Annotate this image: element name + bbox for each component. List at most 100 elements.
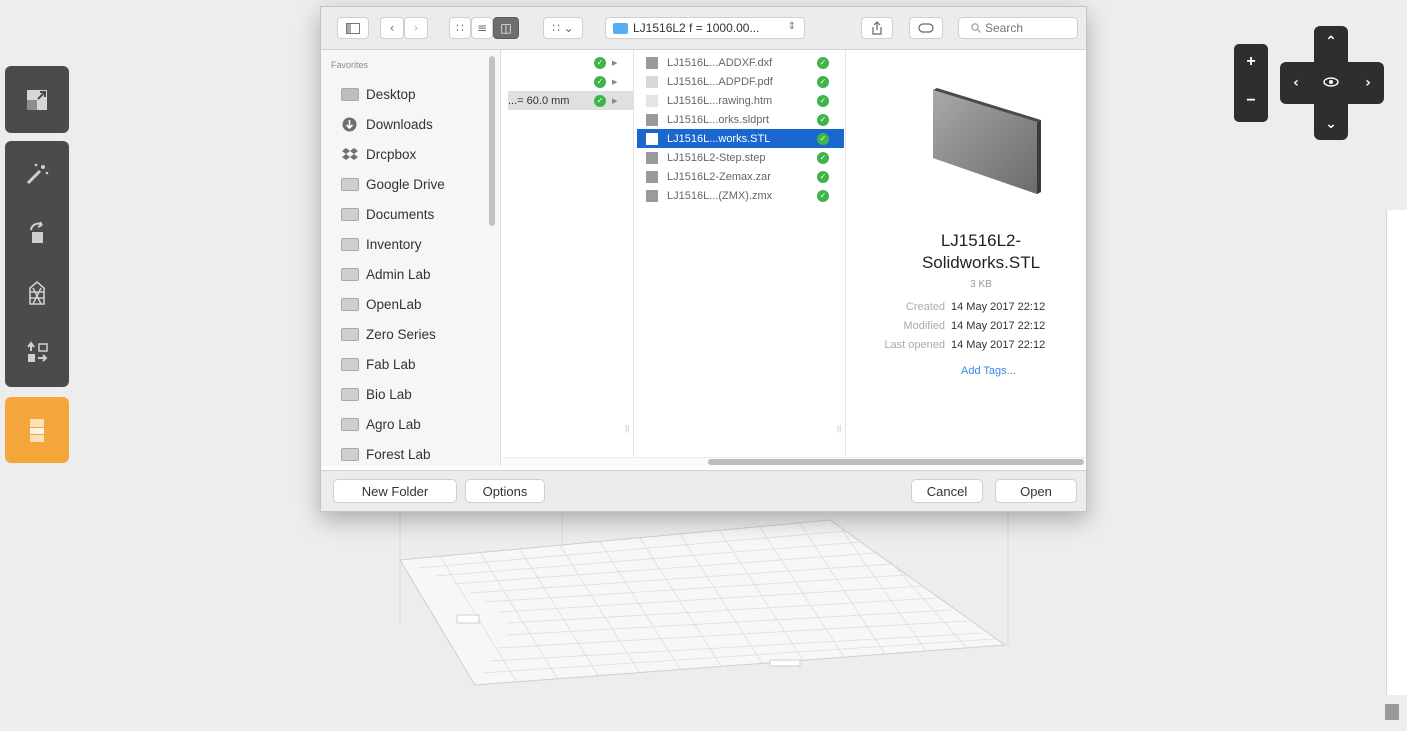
file-icon xyxy=(646,113,658,126)
sidebar-item-desktop[interactable]: Desktop xyxy=(340,81,490,107)
share-button[interactable] xyxy=(861,17,893,39)
list-item[interactable]: ✓ ▶ xyxy=(594,53,617,72)
disclosure-icon: ▶ xyxy=(612,97,618,105)
sidebar-item-downloads[interactable]: Downloads xyxy=(340,111,490,137)
fit-view-button[interactable] xyxy=(5,72,69,128)
arrange-button[interactable]: ∷ ⌄ xyxy=(543,17,583,39)
file-row[interactable]: LJ1516L...ADDXF.dxf ✓ xyxy=(637,53,844,72)
add-tags-link[interactable]: Add Tags... xyxy=(961,365,1016,377)
sidebar-section-label: Favorites xyxy=(331,60,369,70)
list-item-selected-folder[interactable]: ...= 60.0 mm ✓ ▶ xyxy=(508,91,634,110)
sidebar-item-inventory[interactable]: Inventory xyxy=(340,231,490,257)
orbit-view-icon[interactable] xyxy=(1321,72,1341,92)
pdf-file-icon xyxy=(646,75,658,88)
search-field[interactable] xyxy=(958,17,1078,39)
sidebar-scrollbar[interactable] xyxy=(489,56,495,226)
list-view-button[interactable]: ≡ xyxy=(471,17,493,39)
folder-label: ...= 60.0 mm xyxy=(508,94,570,107)
file-row-selected[interactable]: LJ1516L...works.STL ✓ xyxy=(637,129,844,148)
sidebar-item-google-drive[interactable]: Google Drive xyxy=(340,171,490,197)
disclosure-icon: ▶ xyxy=(612,59,618,67)
document-icon xyxy=(646,132,658,145)
sidebar-item-label: Google Drive xyxy=(366,176,445,192)
sidebar-item-documents[interactable]: Documents xyxy=(340,201,490,227)
file-icon xyxy=(646,151,658,164)
sidebar-toggle-button[interactable] xyxy=(337,17,369,39)
printer-icon xyxy=(30,419,44,442)
pan-left-icon[interactable]: ‹ xyxy=(1286,73,1306,93)
folder-icon xyxy=(340,207,359,222)
share-icon xyxy=(872,21,882,35)
pan-right-icon[interactable]: › xyxy=(1358,73,1378,93)
sync-check-icon: ✓ xyxy=(817,189,829,202)
cancel-button[interactable]: Cancel xyxy=(911,479,983,503)
sidebar-item-label: Desktop xyxy=(366,86,416,102)
search-input[interactable] xyxy=(985,21,1075,35)
view-control-pad: + − ⌃ ⌄ ‹ › xyxy=(1234,26,1384,140)
open-button[interactable]: Open xyxy=(995,479,1077,503)
sidebar-toggle-icon xyxy=(346,22,360,34)
new-folder-button[interactable]: New Folder xyxy=(333,479,457,503)
resize-grip[interactable] xyxy=(1385,704,1399,720)
sync-check-icon: ✓ xyxy=(817,94,829,107)
rotate-button[interactable] xyxy=(5,205,69,261)
sync-check-icon: ✓ xyxy=(817,132,829,145)
layout-button[interactable] xyxy=(5,325,69,381)
support-button[interactable] xyxy=(5,265,69,321)
list-item[interactable]: ✓ ▶ xyxy=(594,72,617,91)
magic-wand-button[interactable] xyxy=(5,145,69,201)
sidebar-item-label: Admin Lab xyxy=(366,266,431,282)
sidebar-item-agro-lab[interactable]: Agro Lab xyxy=(340,411,490,437)
tags-button[interactable] xyxy=(909,17,943,39)
print-button[interactable] xyxy=(5,402,69,458)
file-preview-pane: LJ1516L2- Solidworks.STL 3 KB Created 14… xyxy=(861,50,1086,457)
last-opened-row: Last opened 14 May 2017 22:12 xyxy=(884,339,1046,351)
file-row[interactable]: LJ1516L2-Step.step ✓ xyxy=(637,148,844,167)
column-view-button[interactable]: ◫ xyxy=(493,17,519,39)
back-button[interactable]: ‹ xyxy=(380,17,404,39)
browser-column-2: LJ1516L...ADDXF.dxf ✓ LJ1516L...ADPDF.pd… xyxy=(635,50,846,457)
sidebar-item-bio-lab[interactable]: Bio Lab xyxy=(340,381,490,407)
pan-down-icon[interactable]: ⌄ xyxy=(1321,114,1341,134)
stl-preview-thumbnail xyxy=(933,88,1041,194)
side-panel xyxy=(1386,210,1407,695)
modified-row: Modified 14 May 2017 22:12 xyxy=(903,320,1046,332)
column-resize-handle[interactable]: || xyxy=(837,424,841,433)
disclosure-icon: ▶ xyxy=(612,78,618,86)
options-button[interactable]: Options xyxy=(465,479,545,503)
dialog-button-bar: New Folder Options Cancel Open xyxy=(321,470,1086,511)
file-row[interactable]: LJ1516L...ADPDF.pdf ✓ xyxy=(637,72,844,91)
zoom-out-button[interactable]: − xyxy=(1234,83,1268,122)
file-row[interactable]: LJ1516L...orks.sldprt ✓ xyxy=(637,110,844,129)
sidebar-item-openlab[interactable]: OpenLab xyxy=(340,291,490,317)
folder-icon xyxy=(613,22,628,34)
preview-filename: LJ1516L2- Solidworks.STL xyxy=(921,231,1041,272)
sidebar-item-forest-lab[interactable]: Forest Lab xyxy=(340,441,490,466)
file-row[interactable]: LJ1516L2-Zemax.zar ✓ xyxy=(637,167,844,186)
updown-chevron-icon: ⇕ xyxy=(787,21,796,32)
path-popup[interactable]: LJ1516L2 f = 1000.00... ⇕ xyxy=(605,17,805,39)
preview-filesize: 3 KB xyxy=(970,279,992,290)
pan-up-icon[interactable]: ⌃ xyxy=(1321,32,1341,52)
zoom-in-button[interactable]: + xyxy=(1234,44,1268,83)
build-plate xyxy=(399,505,1009,686)
folder-icon xyxy=(340,327,359,342)
sidebar-item-label: Fab Lab xyxy=(366,356,416,372)
sidebar-item-zero-series[interactable]: Zero Series xyxy=(340,321,490,347)
folder-icon xyxy=(340,237,359,252)
sidebar-item-admin-lab[interactable]: Admin Lab xyxy=(340,261,490,287)
html-file-icon xyxy=(646,94,658,107)
chevron-right-icon: › xyxy=(413,21,419,35)
sidebar-item-fab-lab[interactable]: Fab Lab xyxy=(340,351,490,377)
folder-icon xyxy=(340,387,359,402)
file-row[interactable]: LJ1516L...rawing.htm ✓ xyxy=(637,91,844,110)
forward-button[interactable]: › xyxy=(404,17,428,39)
column-resize-handle[interactable]: || xyxy=(625,424,629,433)
dialog-toolbar: ‹ › ∷ ≡ ◫ ∷ ⌄ LJ1516L2 f = 1000.00... ⇕ xyxy=(321,7,1086,50)
sidebar-item-dropbox[interactable]: Drcpbox xyxy=(340,141,490,167)
horizontal-scrollbar[interactable] xyxy=(708,459,1084,465)
file-icon xyxy=(646,170,658,183)
created-row: Created 14 May 2017 22:12 xyxy=(905,301,1046,313)
icon-view-button[interactable]: ∷ xyxy=(449,17,471,39)
file-row[interactable]: LJ1516L...(ZMX).zmx ✓ xyxy=(637,186,844,205)
